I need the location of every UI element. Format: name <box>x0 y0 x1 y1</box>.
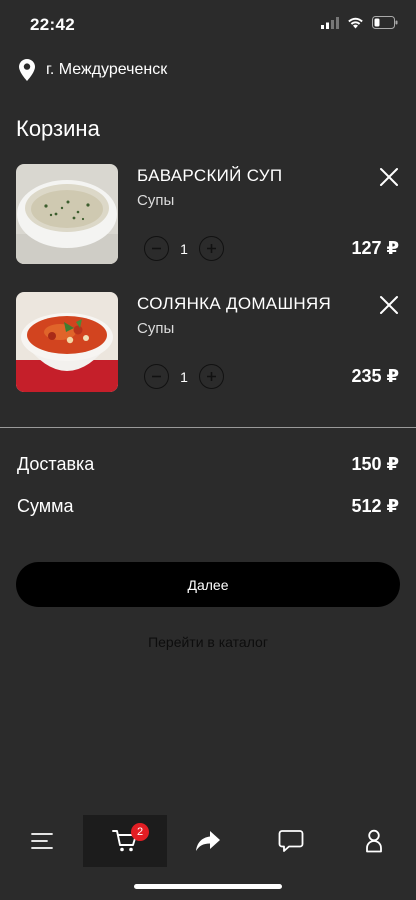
chat-icon <box>278 830 304 852</box>
cart-item: БАВАРСКИЙ СУП Супы 1 127 ₽ <box>0 164 416 274</box>
delivery-row: Доставка 150 ₽ <box>17 454 399 475</box>
tab-bar: 2 <box>0 815 416 867</box>
plus-icon <box>207 244 216 253</box>
signal-icon <box>321 16 339 29</box>
tab-chat[interactable] <box>249 815 333 867</box>
location-selector[interactable]: г. Междуреченск <box>18 58 167 82</box>
cart-item: СОЛЯНКА ДОМАШНЯЯ Супы 1 235 ₽ <box>0 292 416 402</box>
decrease-button[interactable] <box>144 364 169 389</box>
remove-item-icon[interactable] <box>378 294 400 316</box>
menu-icon <box>31 833 53 849</box>
status-icons <box>321 16 398 29</box>
delivery-label: Доставка <box>17 454 95 474</box>
page-title: Корзина <box>16 116 100 141</box>
city-label: г. Междуреченск <box>46 61 168 78</box>
item-price: 127 ₽ <box>351 238 399 258</box>
cart-badge: 2 <box>131 823 149 841</box>
bavarian-soup-photo <box>16 164 118 264</box>
item-category: Супы <box>137 192 175 209</box>
battery-icon <box>372 16 398 29</box>
profile-icon <box>366 829 382 853</box>
divider <box>0 427 416 428</box>
item-price: 235 ₽ <box>351 366 399 386</box>
quantity-stepper: 1 <box>144 364 224 389</box>
home-indicator <box>134 884 282 889</box>
tab-menu[interactable] <box>0 815 84 867</box>
minus-icon <box>152 247 161 250</box>
delivery-value: 150 ₽ <box>351 454 399 474</box>
increase-button[interactable] <box>199 364 224 389</box>
wifi-icon <box>348 17 363 28</box>
minus-icon <box>152 375 161 378</box>
increase-button[interactable] <box>199 236 224 261</box>
plus-icon <box>207 372 216 381</box>
status-time: 22:42 <box>30 15 75 34</box>
tab-share[interactable] <box>166 815 250 867</box>
quantity-value: 1 <box>180 368 188 385</box>
go-to-catalog-link[interactable]: Перейти в каталог <box>0 634 416 650</box>
tab-profile[interactable] <box>332 815 416 867</box>
solyanka-photo <box>16 292 118 392</box>
remove-item-icon[interactable] <box>378 166 400 188</box>
status-bar: 22:42 <box>0 0 416 50</box>
decrease-button[interactable] <box>144 236 169 261</box>
item-name: СОЛЯНКА ДОМАШНЯЯ <box>137 294 332 313</box>
share-icon <box>196 831 220 851</box>
quantity-stepper: 1 <box>144 236 224 261</box>
total-label: Сумма <box>17 496 74 516</box>
next-button[interactable]: Далее <box>16 562 400 607</box>
total-row: Сумма 512 ₽ <box>17 496 399 517</box>
item-category: Супы <box>137 320 175 337</box>
map-pin-icon <box>19 59 35 81</box>
total-value: 512 ₽ <box>351 496 399 516</box>
quantity-value: 1 <box>180 240 188 257</box>
tab-cart[interactable]: 2 <box>83 815 167 867</box>
item-name: БАВАРСКИЙ СУП <box>137 166 283 185</box>
